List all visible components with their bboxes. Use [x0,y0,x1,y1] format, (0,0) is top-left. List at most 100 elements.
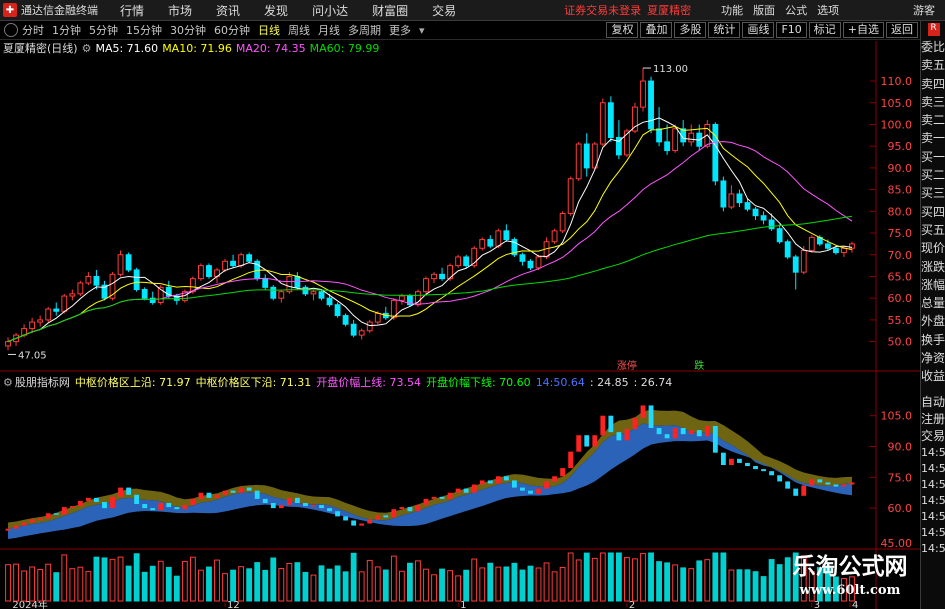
candle-body-46 [374,312,381,323]
menu-caifuquan[interactable]: 财富圈 [372,2,408,19]
volume-bar-73 [591,557,598,602]
duogu-button[interactable]: 多股 [674,22,707,38]
sidebar-item-4[interactable]: 卖二 [921,111,945,129]
sidebar-item-9[interactable]: 买四 [921,203,945,221]
volume-bar-63 [511,562,518,602]
more-chevron-down-icon[interactable]: ▾ [419,24,425,37]
ind-candle-5 [45,513,51,519]
candle-body-29 [238,254,245,267]
volume-bar-62 [503,566,510,602]
period-60min[interactable]: 60分钟 [214,22,250,38]
ind-candle-21 [174,507,180,510]
ind-candle-12 [102,501,107,509]
ind-candle-1 [13,525,19,529]
sidebar-item-16[interactable]: 换手 [921,331,945,349]
sidebar-item-18[interactable]: 收益 [921,367,945,385]
sidebar-item-7[interactable]: 买二 [921,166,945,184]
fuquan-button[interactable]: 复权 [606,22,639,38]
period-weekly[interactable]: 周线 [288,22,310,38]
sidebar-lower-item-0[interactable]: 自动 [921,394,945,411]
ind-candle-66 [536,488,541,494]
guest-user[interactable]: 游客 [913,2,935,18]
period-more[interactable]: 更多 [389,22,411,38]
f10-button[interactable]: F10 [776,22,807,38]
volume-bar-24 [198,569,204,602]
ind-candle-105 [849,482,855,485]
menu-hangqing[interactable]: 行情 [120,2,144,19]
period-15min[interactable]: 15分钟 [126,22,162,38]
candle-body-90 [728,193,735,208]
menu-gongneng[interactable]: 功能 [721,2,743,18]
volume-bar-61 [495,566,502,602]
menu-gongshi[interactable]: 公式 [785,2,807,18]
sidebar-item-11[interactable]: 现价 [921,239,945,257]
sidebar-item-10[interactable]: 买五 [921,221,945,239]
ind-candle-0 [5,528,11,531]
volume-bar-11 [93,556,100,602]
ind-ytick-label-0: 60.0 [888,502,913,515]
huaxian-button[interactable]: 画线 [742,22,775,38]
main-ytick-label-4: 70.0 [888,249,913,262]
period-fenshi[interactable]: 分时 [22,22,44,38]
menu-banmian[interactable]: 版面 [753,2,775,18]
period-30min[interactable]: 30分钟 [170,22,206,38]
volume-bar-57 [463,569,470,602]
site-watermark: 乐淘公式网 www.60lt.com [780,552,920,609]
candle-body-69 [559,213,566,232]
sidebar-item-2[interactable]: 卖四 [921,75,945,93]
add-watchlist-button[interactable]: +自选 [842,22,884,38]
stock-chart[interactable]: 50.0 55.0 60.0 65.0 70.0 75.0 80.0 85.0 90.0 95.0… [0,41,920,609]
ind-candle-46 [375,515,381,520]
sidebar-item-17[interactable]: 净资 [921,349,945,367]
ind-candle-27 [222,490,228,495]
sidebar-item-1[interactable]: 卖五 [921,56,945,74]
ind-candle-95 [769,471,775,476]
sidebar-item-6[interactable]: 买一 [921,148,945,166]
menu-xuanxiang[interactable]: 选项 [817,2,839,18]
tongji-button[interactable]: 统计 [708,22,741,38]
period-monthly[interactable]: 月线 [318,22,340,38]
sidebar-item-14[interactable]: 总量 [921,294,945,312]
ind-candle-13 [110,496,115,509]
sidebar-badge[interactable]: R [927,23,940,36]
ind-ytick-label-2: 90.0 [888,441,913,454]
sidebar-lower-item-2[interactable]: 交易 [921,428,945,445]
ind-candle-77 [624,429,630,441]
sidebar-item-13[interactable]: 涨幅 [921,276,945,294]
candle-body-97 [784,241,791,258]
period-5min[interactable]: 5分钟 [89,22,118,38]
sidebar-item-12[interactable]: 涨跌 [921,258,945,276]
sidebar-item-5[interactable]: 卖一 [921,129,945,147]
ind-candle-29 [238,487,244,493]
ind-candle-22 [182,505,188,510]
period-daily[interactable]: 日线 [258,22,280,38]
volume-bar-35 [286,562,293,602]
period-1min[interactable]: 1分钟 [52,22,81,38]
menu-wenxiaoda[interactable]: 问小达 [312,2,348,19]
sidebar-item-8[interactable]: 买三 [921,184,945,202]
sidebar-lower-item-1[interactable]: 注册 [921,411,945,428]
ind-candle-34 [278,505,284,509]
candle-body-10 [85,275,92,284]
volume-bar-30 [246,568,253,602]
sidebar-item-0[interactable]: 委比 [921,38,945,56]
volume-bar-13 [109,558,116,602]
sidebar-item-3[interactable]: 卖三 [921,93,945,111]
biaoji-button[interactable]: 标记 [808,22,841,38]
menu-zixun[interactable]: 资讯 [216,2,240,19]
main-ytick-label-8: 90.0 [888,162,913,175]
sidebar-item-15[interactable]: 外盘 [921,312,945,330]
ind-candle-81 [656,428,662,435]
diejia-button[interactable]: 叠加 [640,22,673,38]
menu-faxian[interactable]: 发现 [264,2,288,19]
trade-login-notice[interactable]: 证券交易未登录 [564,2,641,18]
candle-body-39 [318,291,325,299]
toolbar-circle-icon[interactable] [4,23,18,37]
candle-body-57 [463,256,470,267]
back-button[interactable]: 返回 [886,22,918,38]
menu-jiaoyi[interactable]: 交易 [432,2,456,19]
ind-candle-15 [126,487,131,495]
menu-shichang[interactable]: 市场 [168,2,192,19]
candle-body-59 [479,239,486,249]
period-multi[interactable]: 多周期 [348,22,381,38]
